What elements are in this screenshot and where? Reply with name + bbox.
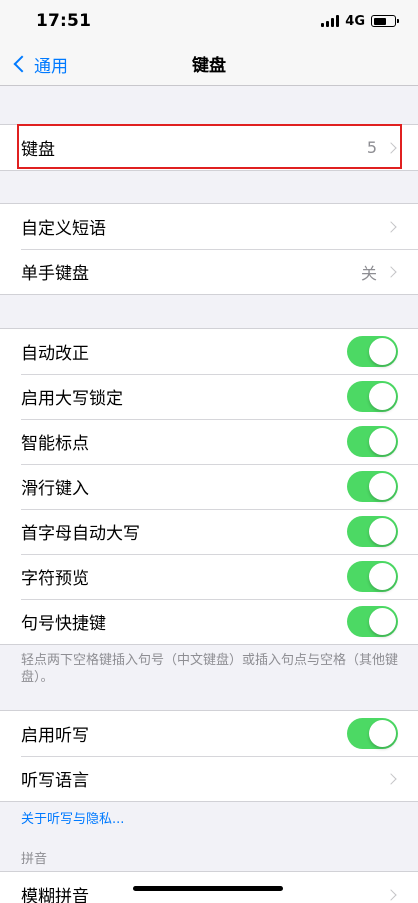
character-preview-toggle[interactable] xyxy=(347,561,398,592)
keyboards-row[interactable]: 键盘 5 xyxy=(0,125,418,170)
status-time: 17:51 xyxy=(36,11,92,31)
chevron-right-icon xyxy=(385,141,397,154)
auto-correction-toggle[interactable] xyxy=(347,336,398,367)
text-options-group: 自定义短语 单手键盘 关 xyxy=(0,203,418,295)
slide-to-type-toggle[interactable] xyxy=(347,471,398,502)
status-bar: 17:51 4G xyxy=(0,0,418,42)
fuzzy-pinyin-label: 模糊拼音 xyxy=(21,887,89,903)
enable-dictation-toggle[interactable] xyxy=(347,718,398,749)
caps-lock-label: 启用大写锁定 xyxy=(21,389,123,409)
enable-dictation-row: 启用听写 xyxy=(0,711,418,756)
back-button[interactable]: 通用 xyxy=(10,42,68,86)
auto-capitalization-row: 首字母自动大写 xyxy=(0,509,418,554)
caps-lock-row: 启用大写锁定 xyxy=(0,374,418,419)
keyboard-toggles-group: 自动改正 启用大写锁定 智能标点 滑行键入 首字母自动大写 字符预览 句号快捷键 xyxy=(0,328,418,645)
caps-lock-toggle[interactable] xyxy=(347,381,398,412)
slide-to-type-label: 滑行键入 xyxy=(21,479,89,499)
chevron-right-icon xyxy=(385,772,397,785)
one-handed-keyboard-label: 单手键盘 xyxy=(21,264,89,284)
page-title: 键盘 xyxy=(192,56,226,76)
slide-to-type-row: 滑行键入 xyxy=(0,464,418,509)
enable-dictation-label: 启用听写 xyxy=(21,726,89,746)
text-replacement-row[interactable]: 自定义短语 xyxy=(0,204,418,249)
chevron-right-icon xyxy=(385,265,397,278)
dictation-languages-label: 听写语言 xyxy=(21,771,89,791)
chevron-right-icon xyxy=(385,888,397,901)
network-type: 4G xyxy=(345,13,365,29)
period-shortcut-label: 句号快捷键 xyxy=(21,614,106,634)
text-replacement-label: 自定义短语 xyxy=(21,219,106,239)
chevron-right-icon xyxy=(385,220,397,233)
chevron-left-icon xyxy=(13,55,31,73)
period-shortcut-footnote: 轻点两下空格键插入句号（中文键盘）或插入句点与空格（其他键盘）。 xyxy=(21,653,399,685)
home-indicator[interactable] xyxy=(133,886,283,891)
keyboards-count: 5 xyxy=(366,138,377,157)
smart-punctuation-row: 智能标点 xyxy=(0,419,418,464)
auto-capitalization-label: 首字母自动大写 xyxy=(21,524,140,544)
back-button-label: 通用 xyxy=(34,56,68,77)
pinyin-section-header: 拼音 xyxy=(21,852,48,867)
auto-correction-row: 自动改正 xyxy=(0,329,418,374)
smart-punctuation-label: 智能标点 xyxy=(21,434,89,454)
one-handed-keyboard-value: 关 xyxy=(360,263,377,283)
period-shortcut-row: 句号快捷键 xyxy=(0,599,418,644)
status-indicators: 4G xyxy=(321,13,399,29)
auto-capitalization-toggle[interactable] xyxy=(347,516,398,547)
navigation-bar: 通用 键盘 xyxy=(0,42,418,86)
one-handed-keyboard-row[interactable]: 单手键盘 关 xyxy=(0,249,418,294)
character-preview-row: 字符预览 xyxy=(0,554,418,599)
keyboards-label: 键盘 xyxy=(21,140,55,160)
dictation-privacy-link[interactable]: 关于听写与隐私... xyxy=(21,808,124,827)
battery-icon xyxy=(371,15,399,27)
dictation-group: 启用听写 听写语言 xyxy=(0,710,418,802)
keyboards-group: 键盘 5 xyxy=(0,124,418,171)
period-shortcut-toggle[interactable] xyxy=(347,606,398,637)
smart-punctuation-toggle[interactable] xyxy=(347,426,398,457)
character-preview-label: 字符预览 xyxy=(21,569,89,589)
cellular-signal-icon xyxy=(321,15,340,27)
auto-correction-label: 自动改正 xyxy=(21,344,89,364)
dictation-languages-row[interactable]: 听写语言 xyxy=(0,756,418,801)
